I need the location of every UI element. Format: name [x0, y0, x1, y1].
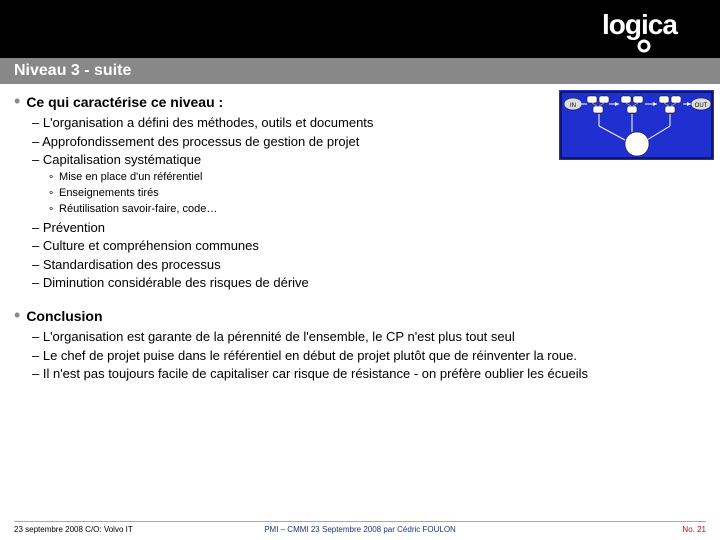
diagram-in-label: IN	[570, 103, 576, 109]
list-item: Prévention	[32, 219, 706, 237]
header-banner: logica	[0, 0, 720, 58]
slide-number: No. 21	[682, 525, 706, 534]
sub-list-item: Enseignements tirés	[48, 186, 706, 201]
list-item: Standardisation des processus	[32, 256, 706, 274]
bullet-icon: •	[14, 306, 20, 324]
slide-footer: 23 septembre 2008 C/O: Volvo IT PMI – CM…	[0, 521, 720, 534]
logo: logica	[602, 10, 692, 59]
slide-title: Niveau 3 - suite	[0, 58, 720, 84]
heading-text: Conclusion	[26, 308, 102, 324]
bullet-icon: •	[14, 92, 20, 110]
list-item: Il n'est pas toujours facile de capitali…	[32, 365, 706, 383]
slide-content: IN OUT	[0, 84, 720, 383]
diagram-out-label: OUT	[695, 103, 708, 109]
footer-divider	[14, 521, 706, 522]
list-item: L'organisation est garante de la pérenni…	[32, 328, 706, 346]
list-item: Culture et compréhension communes	[32, 237, 706, 255]
process-diagram: IN OUT	[559, 90, 714, 160]
sub-list-item: Réutilisation savoir-faire, code…	[48, 202, 706, 217]
heading-text: Ce qui caractérise ce niveau :	[26, 94, 223, 110]
footer-title: PMI – CMMI 23 Septembre 2008 par Cédric …	[264, 525, 456, 534]
list-item: Diminution considérable des risques de d…	[32, 274, 706, 292]
section-heading-2: • Conclusion	[14, 306, 706, 324]
footer-date: 23 septembre 2008 C/O: Volvo IT	[14, 525, 133, 534]
list-item: Le chef de projet puise dans le référent…	[32, 347, 706, 365]
sub-list-item: Mise en place d'un référentiel	[48, 170, 706, 185]
svg-text:logica: logica	[602, 10, 678, 40]
